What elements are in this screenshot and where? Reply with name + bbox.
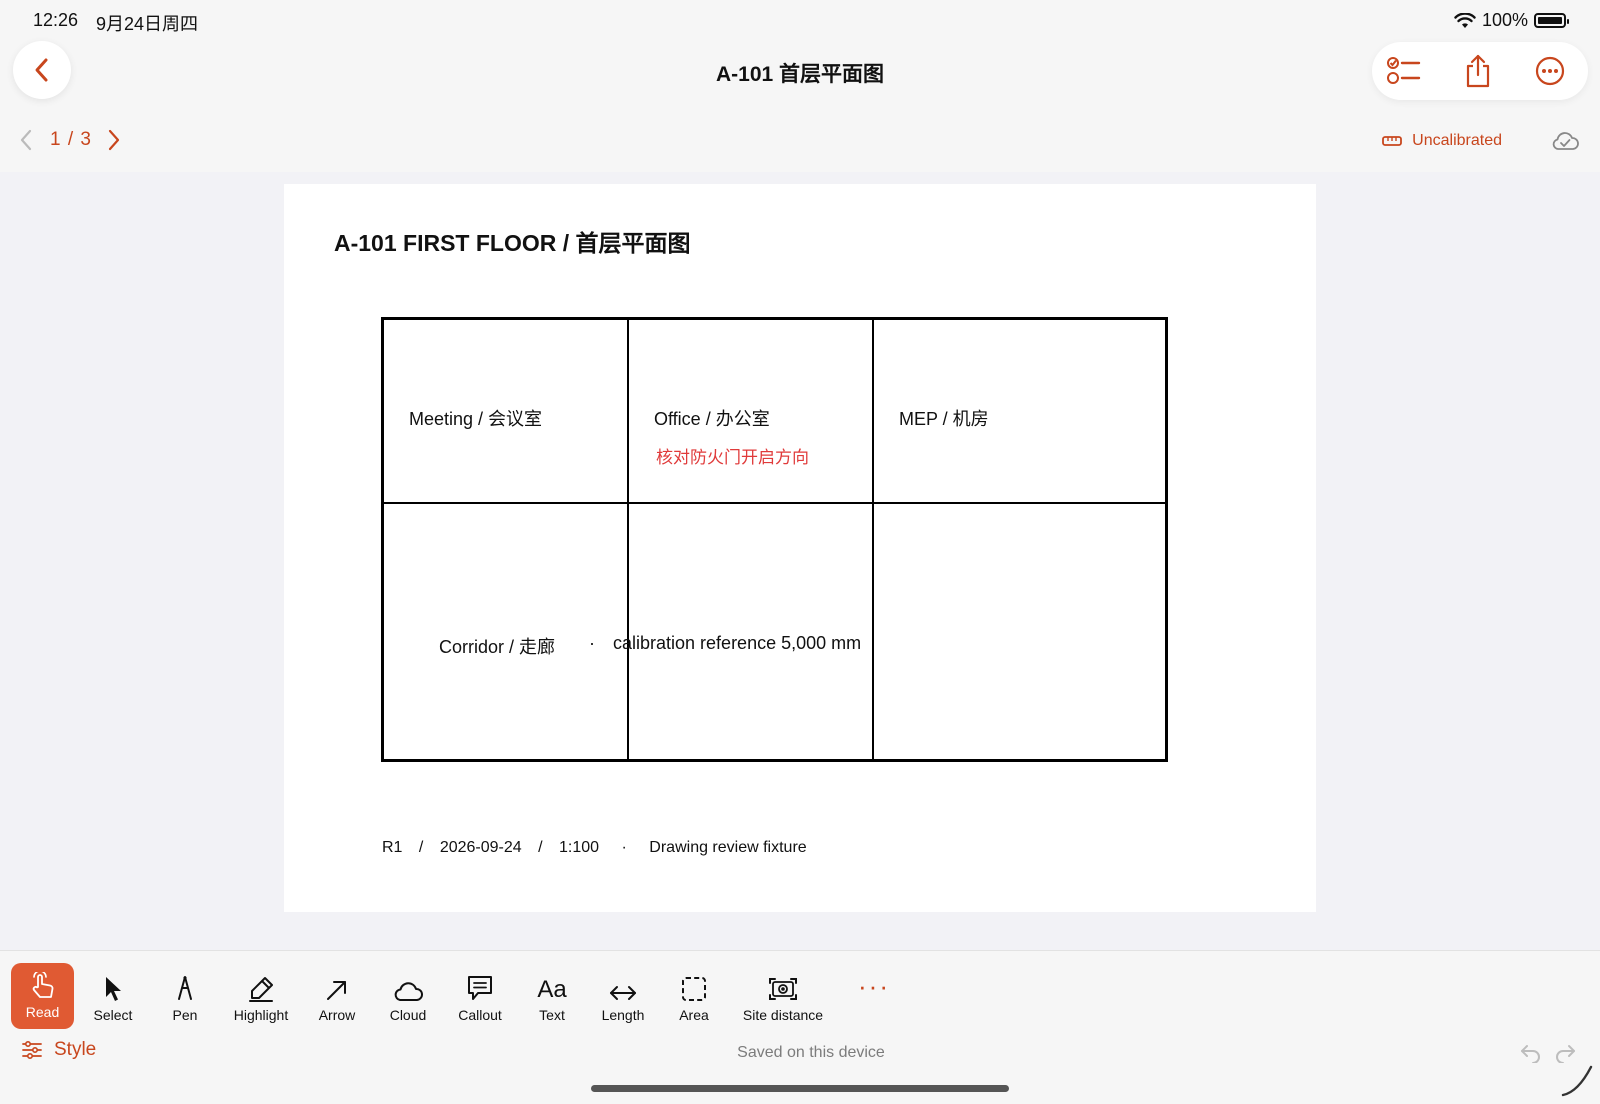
top-bar: 12:26 9月24日周四 100% A-101 首层平面图 1 / 3 Unc… bbox=[0, 0, 1600, 172]
wall-vertical-2 bbox=[872, 320, 874, 759]
more-tools-button[interactable]: ··· bbox=[858, 971, 890, 1002]
calibration-label: Uncalibrated bbox=[1412, 132, 1502, 149]
arrow-up-right-icon bbox=[327, 981, 346, 1000]
tool-cloud[interactable]: Cloud bbox=[383, 951, 433, 1023]
sheet-description: Drawing review fixture bbox=[649, 839, 807, 856]
page-navigation: 1 / 3 bbox=[18, 128, 122, 152]
tool-site-distance[interactable]: Site distance bbox=[738, 951, 828, 1023]
footer-slash-2: / bbox=[538, 839, 543, 856]
tool-callout-label: Callout bbox=[458, 1007, 502, 1023]
room-label-office: Office / 办公室 bbox=[654, 409, 770, 429]
share-icon bbox=[1466, 54, 1490, 88]
next-page-icon[interactable] bbox=[106, 128, 122, 152]
tool-read[interactable]: Read bbox=[11, 963, 74, 1029]
checklist-button[interactable] bbox=[1386, 53, 1422, 89]
tool-text-label: Text bbox=[539, 1007, 565, 1023]
tool-callout[interactable]: Callout bbox=[451, 951, 509, 1023]
battery-percent: 100% bbox=[1481, 10, 1528, 30]
previous-page-icon[interactable] bbox=[18, 128, 34, 152]
ellipsis-circle-icon bbox=[1535, 56, 1565, 86]
dashed-square-icon bbox=[682, 977, 706, 1001]
double-arrow-horizontal-icon bbox=[610, 986, 636, 1000]
cloud-check-icon bbox=[1552, 132, 1579, 150]
wifi-icon bbox=[1454, 12, 1476, 28]
footer-slash-1: / bbox=[418, 839, 424, 856]
room-label-mep: MEP / 机房 bbox=[899, 409, 989, 429]
save-status: Saved on this device bbox=[737, 1044, 885, 1061]
floor-plan: Meeting / 会议室 Office / 办公室 核对防火门开启方向 MEP… bbox=[381, 317, 1168, 762]
tool-cloud-label: Cloud bbox=[389, 1007, 427, 1023]
cloud-icon bbox=[394, 982, 423, 1001]
calibration-status[interactable]: Uncalibrated bbox=[1382, 132, 1502, 150]
tool-area-label: Area bbox=[679, 1007, 709, 1023]
annotation-toolbar: Read Select Pen Highlight Arrow Cloud Ca… bbox=[0, 950, 1600, 1104]
undo-icon[interactable] bbox=[1520, 1043, 1542, 1063]
share-button[interactable] bbox=[1460, 53, 1496, 89]
home-indicator bbox=[591, 1085, 1009, 1092]
pen-nib-icon bbox=[178, 976, 192, 1000]
ruler-icon bbox=[1382, 136, 1403, 146]
title-block: R1 / 2026-09-24 / 1:100 · Drawing review… bbox=[382, 839, 807, 857]
tool-text[interactable]: Aa Text bbox=[527, 951, 577, 1024]
page-indicator: 1 / 3 bbox=[50, 129, 92, 150]
speech-bubble-icon bbox=[468, 976, 492, 1000]
more-options-button[interactable] bbox=[1532, 53, 1568, 89]
sheet-title: A-101 FIRST FLOOR / 首层平面图 bbox=[334, 230, 691, 256]
tool-arrow[interactable]: Arrow bbox=[312, 951, 362, 1023]
revision: R1 bbox=[382, 839, 403, 856]
wall-horizontal bbox=[384, 502, 1165, 504]
text-aa-icon: Aa bbox=[537, 976, 567, 1003]
tool-pen-label: Pen bbox=[172, 1007, 198, 1023]
highlighter-icon bbox=[249, 977, 273, 1002]
separator-dot: · bbox=[589, 633, 595, 653]
status-date: 9月24日周四 bbox=[96, 14, 199, 34]
tool-select[interactable]: Select bbox=[88, 951, 138, 1023]
issue-date: 2026-09-24 bbox=[439, 839, 522, 856]
checklist-icon bbox=[1387, 57, 1421, 84]
tool-arrow-label: Arrow bbox=[318, 1007, 356, 1023]
document-title: A-101 首层平面图 bbox=[715, 63, 885, 86]
tool-area[interactable]: Area bbox=[669, 951, 719, 1023]
tool-read-label: Read bbox=[25, 1004, 60, 1020]
calibration-reference-label: calibration reference 5,000 mm bbox=[613, 633, 862, 653]
hand-pointer-icon bbox=[32, 972, 53, 998]
room-label-corridor: Corridor / 走廊 bbox=[439, 637, 556, 657]
tool-site-distance-label: Site distance bbox=[742, 1007, 824, 1023]
camera-viewfinder-icon bbox=[769, 978, 797, 1000]
tool-length[interactable]: Length bbox=[596, 951, 650, 1023]
room-label-meeting: Meeting / 会议室 bbox=[409, 409, 543, 429]
tool-select-label: Select bbox=[93, 1007, 133, 1023]
tool-length-label: Length bbox=[601, 1007, 645, 1023]
annotation-note[interactable]: 核对防火门开启方向 bbox=[656, 443, 809, 468]
footer-dot: · bbox=[621, 839, 627, 856]
pencil-indicator-icon bbox=[1561, 1065, 1593, 1097]
tool-pen[interactable]: Pen bbox=[165, 951, 205, 1023]
redo-icon[interactable] bbox=[1554, 1043, 1576, 1063]
drawing-sheet[interactable]: A-101 FIRST FLOOR / 首层平面图 Meeting / 会议室 … bbox=[284, 184, 1316, 912]
pointer-arrow-icon bbox=[106, 977, 121, 1001]
status-time: 12:26 bbox=[33, 10, 79, 30]
battery-icon bbox=[1534, 13, 1569, 28]
wall-vertical-1 bbox=[627, 320, 629, 759]
drawing-scale: 1:100 bbox=[559, 839, 600, 856]
tool-highlight-label: Highlight bbox=[233, 1007, 289, 1023]
header-actions bbox=[1372, 42, 1588, 100]
tool-highlight[interactable]: Highlight bbox=[226, 951, 296, 1023]
status-right: 100% bbox=[1454, 10, 1569, 31]
